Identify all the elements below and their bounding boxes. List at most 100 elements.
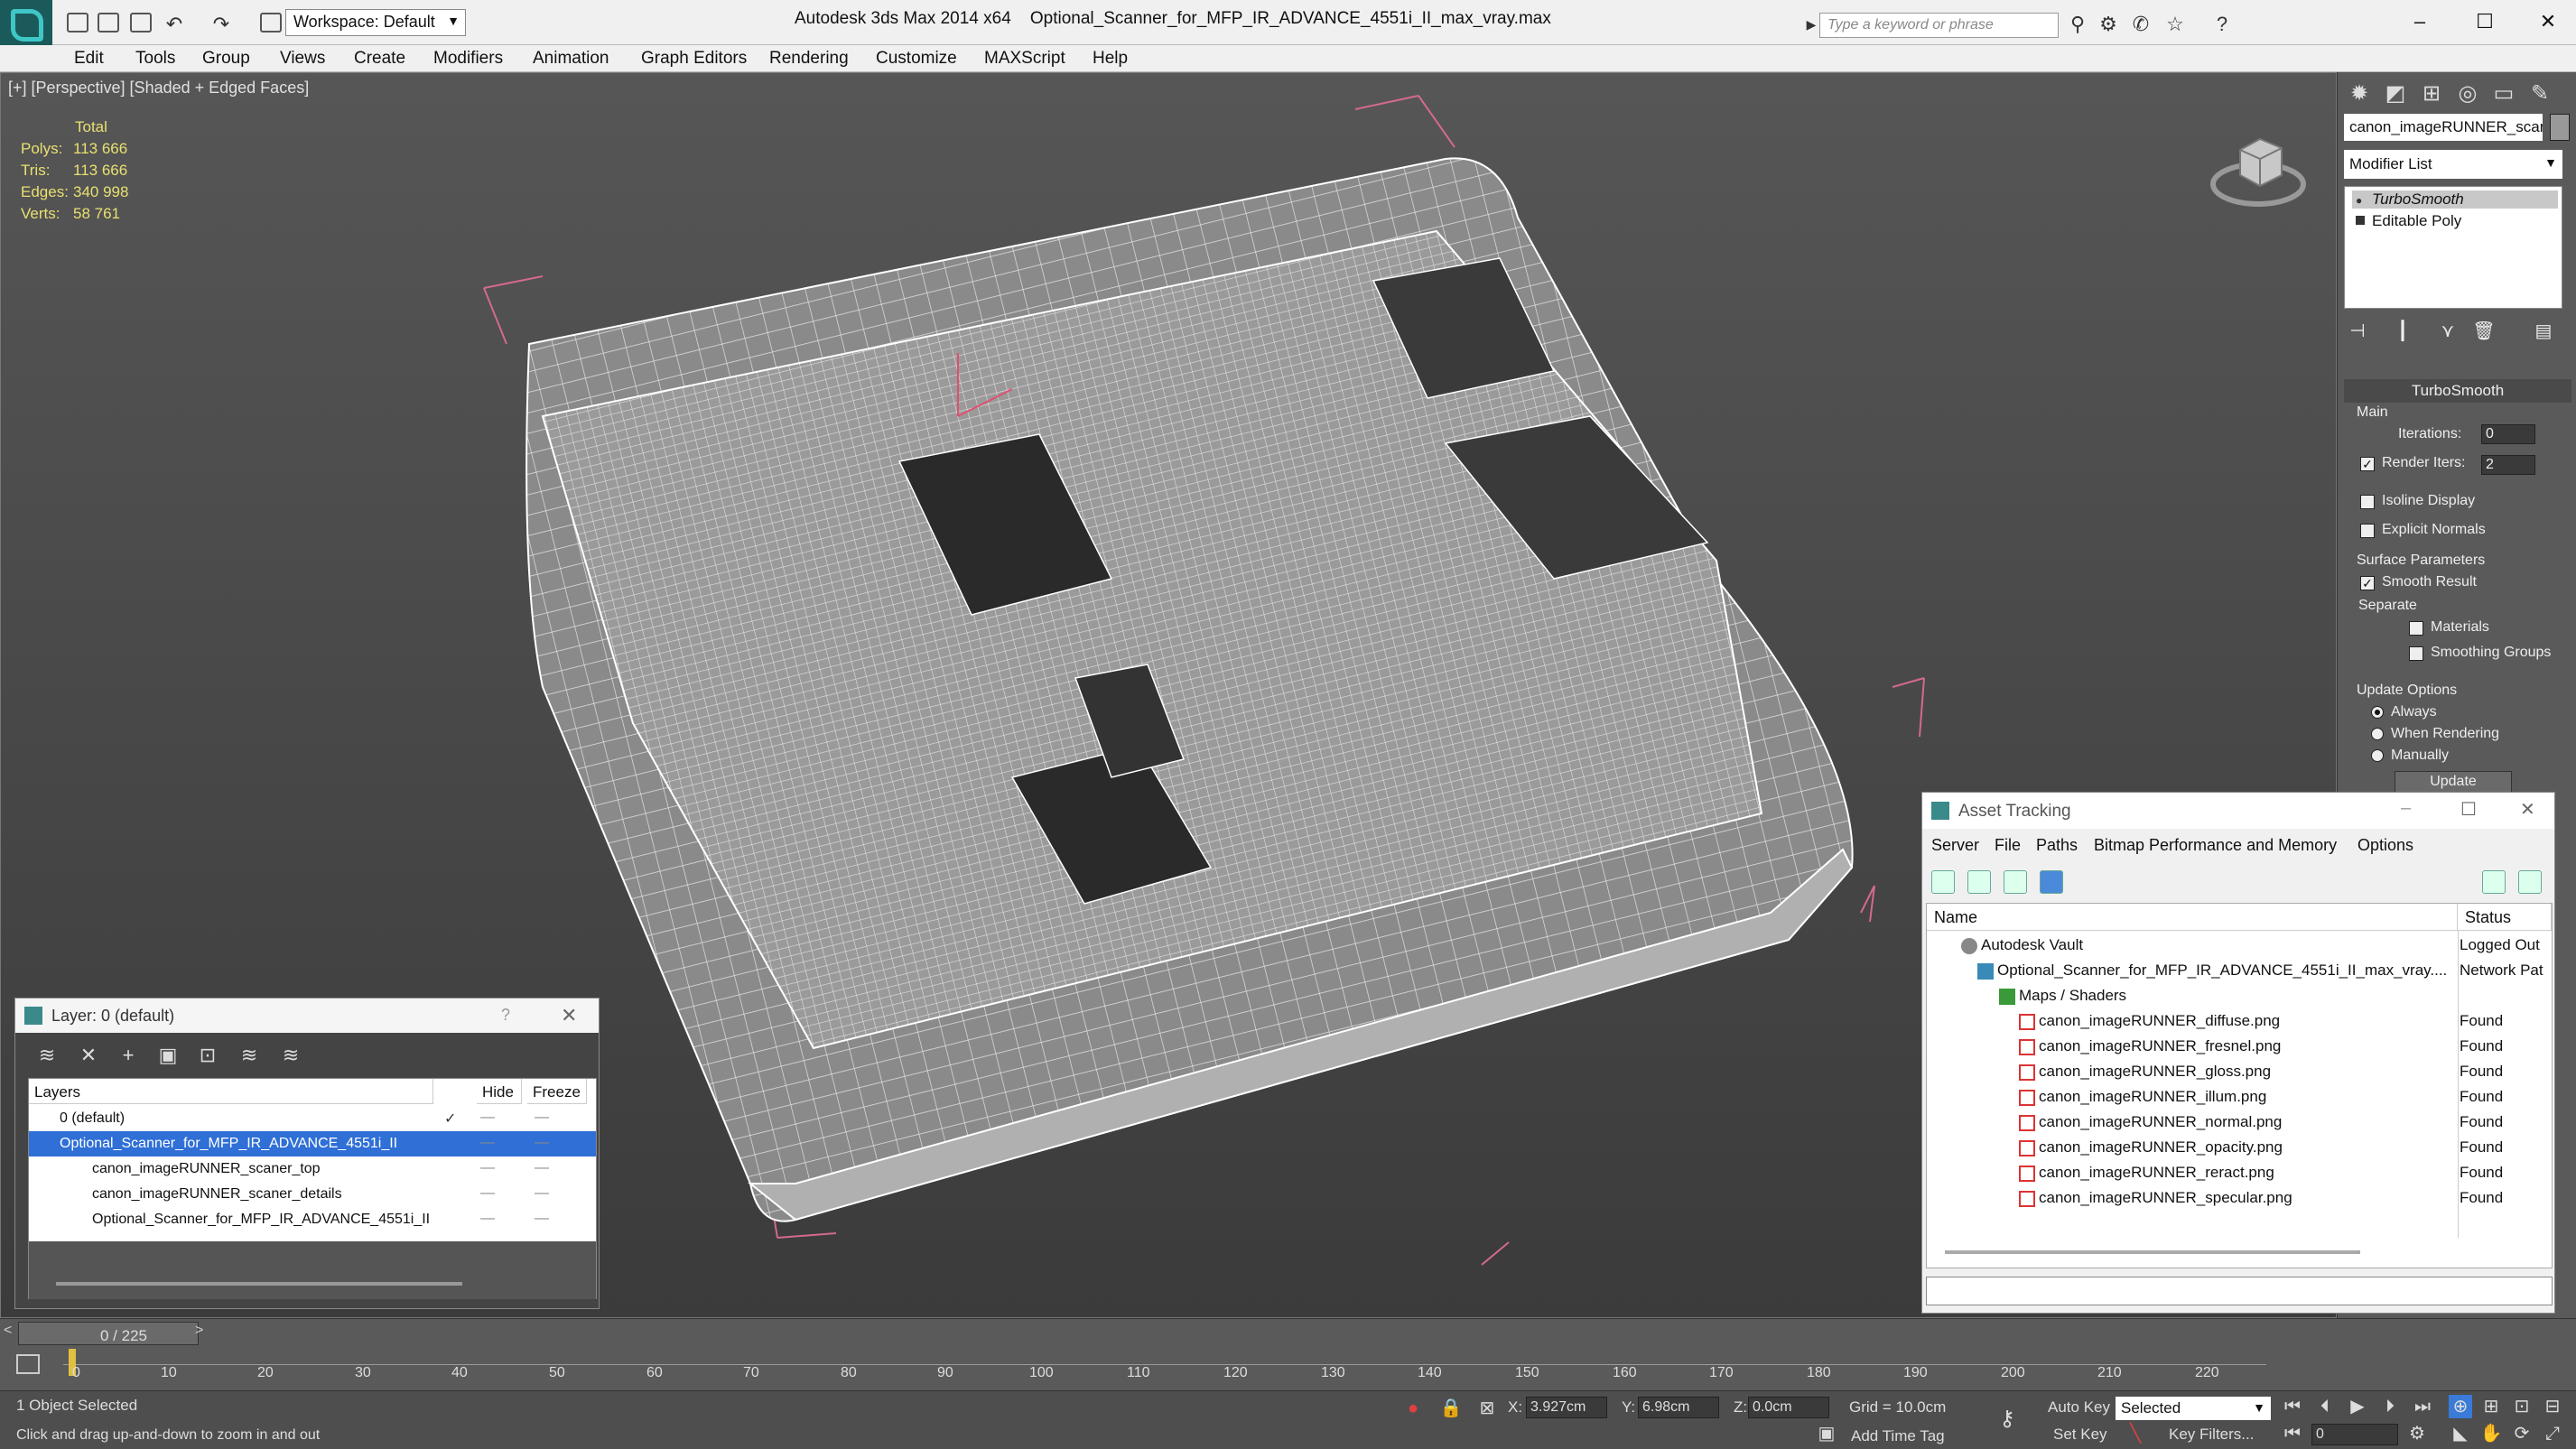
thumbnail-view-icon[interactable] [2004, 870, 2027, 894]
auto-key-button[interactable]: Auto Key [2048, 1398, 2110, 1416]
maximize-icon[interactable]: ☐ [2460, 798, 2477, 821]
close-icon[interactable]: ✕ [2530, 5, 2566, 38]
asset-window-titlebar[interactable]: Asset Tracking – ☐ ✕ [1922, 793, 2554, 829]
horizontal-scrollbar[interactable] [1945, 1250, 2360, 1254]
menu-edit[interactable]: Edit [74, 49, 104, 69]
minimize-icon[interactable]: – [2401, 798, 2411, 819]
layer-row[interactable]: canon_imageRUNNER_scaner_top — — [29, 1156, 596, 1182]
asset-row[interactable]: canon_imageRUNNER_specular.png Found [1927, 1185, 2552, 1211]
curve-editor-icon[interactable] [16, 1354, 40, 1374]
rollout-title[interactable]: TurboSmooth [2344, 379, 2571, 403]
manually-radio[interactable] [2371, 749, 2384, 762]
menu-bitmap-performance[interactable]: Bitmap Performance and Memory [2094, 836, 2337, 855]
table-view-icon[interactable] [2040, 870, 2063, 894]
project-folder-icon[interactable] [260, 13, 282, 33]
layer-row[interactable]: Optional_Scanner_for_MFP_IR_ADVANCE_4551… [29, 1131, 596, 1156]
menu-group[interactable]: Group [202, 49, 250, 69]
menu-rendering[interactable]: Rendering [769, 49, 849, 69]
horizontal-scrollbar[interactable] [56, 1282, 462, 1286]
refresh-icon[interactable] [1931, 870, 1955, 894]
make-unique-icon[interactable]: ⋎ [2434, 318, 2461, 345]
communication-icon[interactable]: ✆ [2129, 13, 2153, 36]
binoculars-icon[interactable]: ⚲ [2066, 13, 2089, 36]
selection-lock-icon[interactable]: 🔒 [1439, 1397, 1463, 1420]
iterations-spinner[interactable]: 0 [2481, 424, 2535, 444]
zoom-all-icon[interactable]: ⊞ [2479, 1395, 2503, 1418]
menu-customize[interactable]: Customize [876, 49, 957, 69]
freeze-all-icon[interactable]: ≋ [277, 1042, 304, 1069]
favorites-star-icon[interactable]: ☆ [2163, 13, 2187, 36]
asset-row[interactable]: canon_imageRUNNER_diffuse.png Found [1927, 1008, 2552, 1034]
freeze-toggle[interactable]: — [535, 1160, 549, 1176]
zoom-icon[interactable]: ⊕ [2449, 1395, 2472, 1418]
zoom-extents-all-icon[interactable]: ⊟ [2541, 1395, 2564, 1418]
show-end-result-icon[interactable]: ┃ [2389, 318, 2416, 345]
asset-path-field[interactable] [1926, 1277, 2553, 1305]
add-to-layer-icon[interactable]: + [115, 1042, 142, 1069]
layer-row[interactable]: 0 (default) ✓ — — [29, 1106, 596, 1131]
modify-tab-icon[interactable]: ◩ [2379, 78, 2412, 110]
key-selection-dropdown[interactable]: Selected ▼ [2116, 1397, 2271, 1420]
go-to-start-icon[interactable]: ⏮ [2281, 1395, 2304, 1418]
hide-all-icon[interactable]: ≋ [236, 1042, 263, 1069]
time-slider[interactable]: < 0 / 225 > [0, 1318, 2576, 1347]
object-color-swatch[interactable] [2550, 114, 2570, 141]
hide-toggle[interactable]: — [480, 1135, 495, 1151]
time-slider-thumb[interactable]: 0 / 225 [18, 1322, 199, 1345]
hide-toggle[interactable]: — [480, 1160, 495, 1176]
play-icon[interactable]: ▶ [2346, 1395, 2369, 1418]
menu-create[interactable]: Create [354, 49, 405, 69]
absolute-mode-icon[interactable]: ⊠ [1475, 1397, 1499, 1420]
workspace-dropdown[interactable]: Workspace: Default ▼ [285, 9, 466, 36]
active-layer-check-icon[interactable]: ✓ [444, 1110, 456, 1128]
app-logo-icon[interactable] [0, 0, 52, 45]
orbit-icon[interactable]: ⟳ [2510, 1422, 2534, 1445]
close-icon[interactable]: ✕ [561, 1004, 577, 1027]
layer-row[interactable]: Optional_Scanner_for_MFP_IR_ADVANCE_4551… [29, 1207, 596, 1232]
isolate-selection-icon[interactable]: ● [1401, 1397, 1425, 1420]
menu-paths[interactable]: Paths [2036, 836, 2078, 855]
key-mode-icon[interactable]: ╲ [2124, 1422, 2147, 1445]
stack-item-turbosmooth[interactable]: TurboSmooth [2352, 190, 2558, 209]
maximize-icon[interactable]: ☐ [2467, 5, 2503, 38]
render-iters-spinner[interactable]: 2 [2481, 455, 2535, 475]
prev-frame-icon[interactable]: < [4, 1323, 12, 1339]
menu-help[interactable]: Help [1093, 49, 1128, 69]
subscription-icon[interactable]: ⚙ [2097, 13, 2120, 36]
set-key-icon[interactable]: ⚷ [1995, 1407, 2019, 1431]
save-file-icon[interactable] [130, 13, 152, 33]
render-iters-checkbox[interactable]: ✓ [2360, 457, 2375, 471]
key-mode-toggle-icon[interactable]: ⏮ [2281, 1422, 2304, 1445]
highlight-selected-icon[interactable]: ⊡ [194, 1042, 221, 1069]
x-coordinate-field[interactable]: 3.927cm [1526, 1397, 1607, 1418]
y-coordinate-field[interactable]: 6.98cm [1638, 1397, 1719, 1418]
motion-tab-icon[interactable]: ◎ [2451, 78, 2484, 110]
configure-sets-icon[interactable]: ▤ [2530, 318, 2557, 345]
isoline-display-checkbox[interactable] [2360, 495, 2375, 509]
menu-server[interactable]: Server [1931, 836, 1979, 855]
asset-row[interactable]: canon_imageRUNNER_opacity.png Found [1927, 1135, 2552, 1160]
when-rendering-radio[interactable] [2371, 728, 2384, 740]
menu-options[interactable]: Options [2357, 836, 2413, 855]
object-name-field[interactable]: canon_imageRUNNER_scaner [2344, 114, 2543, 141]
pin-stack-icon[interactable]: ⊣ [2344, 318, 2371, 345]
display-tab-icon[interactable]: ▭ [2488, 78, 2520, 110]
viewcube[interactable] [2204, 114, 2312, 213]
freeze-toggle[interactable]: — [535, 1185, 549, 1202]
create-layer-icon[interactable]: ≋ [33, 1042, 60, 1069]
maximize-viewport-icon[interactable]: ⤢ [2541, 1422, 2564, 1445]
freeze-toggle[interactable]: — [535, 1211, 549, 1227]
lightbulb-icon[interactable]: ● [2356, 194, 2362, 207]
redo-icon[interactable]: ↷ [209, 13, 233, 36]
create-tab-icon[interactable]: ✹ [2343, 78, 2376, 110]
smoothing-groups-checkbox[interactable] [2409, 646, 2423, 661]
freeze-column-header[interactable]: Freeze [527, 1079, 587, 1104]
menu-maxscript[interactable]: MAXScript [984, 49, 1065, 69]
name-column-header[interactable]: Name [1927, 904, 2458, 931]
help-icon[interactable]: ? [2210, 13, 2234, 36]
update-button[interactable]: Update [2395, 771, 2512, 793]
next-frame-icon[interactable]: > [195, 1323, 203, 1339]
asset-row[interactable]: canon_imageRUNNER_reract.png Found [1927, 1160, 2552, 1185]
asset-row[interactable]: canon_imageRUNNER_gloss.png Found [1927, 1059, 2552, 1084]
next-frame-icon[interactable]: ⏵ [2378, 1395, 2402, 1418]
